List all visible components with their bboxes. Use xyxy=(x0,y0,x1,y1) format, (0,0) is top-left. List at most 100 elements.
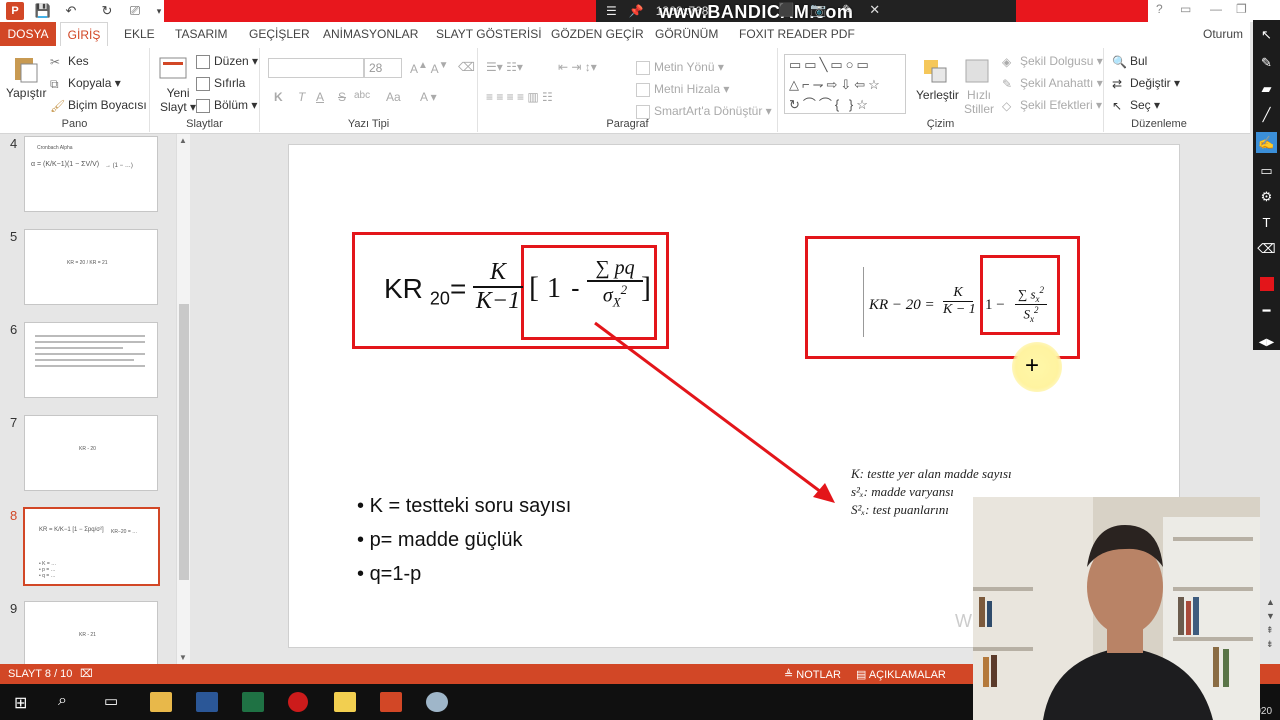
font-family-select[interactable] xyxy=(268,58,364,78)
text-direction-button[interactable]: Metin Yönü ▾ xyxy=(636,60,724,75)
stroke-width-icon[interactable]: ━ xyxy=(1256,300,1277,321)
opera-icon[interactable] xyxy=(288,692,308,712)
find-button[interactable]: 🔍 Bul xyxy=(1112,54,1147,69)
numbering-icon[interactable]: ⚙ xyxy=(1256,186,1277,207)
menu-icon[interactable]: ☰ xyxy=(606,4,617,18)
excel-icon[interactable] xyxy=(242,692,264,712)
search-icon[interactable]: ⌕ xyxy=(58,692,67,710)
fraction-right-s: ∑ sx2 Sx2 xyxy=(1015,285,1047,324)
tab-gecisler[interactable]: GEÇİŞLER xyxy=(249,22,310,46)
cut-button[interactable]: ✂ Kes xyxy=(50,54,89,69)
tab-slayt-gosterisi[interactable]: SLAYT GÖSTERİSİ xyxy=(436,22,542,46)
start-from-beginning-icon[interactable]: ⎚ xyxy=(126,2,144,20)
underline-button[interactable]: A xyxy=(316,90,324,104)
group-label-editing: Düzenleme xyxy=(1131,118,1187,130)
highlighter-icon[interactable]: ✍ xyxy=(1256,132,1277,153)
grow-font-button[interactable]: A▲ A▼ xyxy=(410,60,449,76)
font-size-select[interactable]: 28 xyxy=(364,58,402,78)
tab-foxit[interactable]: FOXIT READER PDF xyxy=(739,22,855,46)
scroll-controls[interactable]: ▲ ▼ ⇞ ⇟ xyxy=(1266,595,1275,651)
paint-icon[interactable] xyxy=(426,692,448,712)
redo-icon[interactable]: ↻ xyxy=(98,2,116,20)
quick-styles-button[interactable]: Hızlı Stiller xyxy=(964,88,994,116)
slide-number: 6 xyxy=(10,322,18,337)
shape-fill-button[interactable]: ◈ Şekil Dolgusu ▾ xyxy=(1002,54,1103,69)
comments-button[interactable]: ▤ AÇIKLAMALAR xyxy=(856,668,946,681)
close-icon[interactable]: ✕ xyxy=(869,2,880,18)
eraser-icon[interactable]: ⌫ xyxy=(1256,238,1277,259)
file-explorer-icon[interactable] xyxy=(150,692,172,712)
pen-tool-icon[interactable]: ✎ xyxy=(1256,52,1277,73)
new-slide-button[interactable]: Yeni Slayt ▾ xyxy=(160,86,196,114)
shape-outline-button[interactable]: ✎ Şekil Anahattı ▾ xyxy=(1002,76,1103,91)
strike-button[interactable]: S xyxy=(338,90,346,104)
scroll-up-icon[interactable]: ▲ xyxy=(179,136,187,145)
clear-format-icon[interactable]: ⌫ xyxy=(458,60,475,74)
camera-icon[interactable]: 📷 xyxy=(810,2,826,18)
spellcheck-icon[interactable]: ⌧ xyxy=(80,667,93,680)
folder-icon[interactable] xyxy=(334,692,356,712)
ribbon-display-icon[interactable]: ▭ xyxy=(1180,2,1191,16)
pointer-icon[interactable]: ↖ xyxy=(1256,24,1277,45)
pin-icon[interactable]: 📌 xyxy=(629,4,644,18)
undo-icon[interactable]: ↶ xyxy=(62,2,80,20)
align-text-button[interactable]: Metni Hizala ▾ xyxy=(636,82,729,97)
rectangle-icon[interactable]: ▭ xyxy=(1256,160,1277,181)
scroll-down-icon[interactable]: ▼ xyxy=(179,653,187,662)
slide-thumbnail-6[interactable] xyxy=(24,322,158,398)
maximize-icon[interactable]: ❐ xyxy=(1236,2,1247,16)
section-button[interactable]: Bölüm ▾ xyxy=(196,98,257,113)
tab-tasarim[interactable]: TASARIM xyxy=(175,22,227,46)
tab-dosya[interactable]: DOSYA xyxy=(0,22,56,46)
color-swatch-icon[interactable] xyxy=(1256,274,1277,295)
tab-gozden-gecir[interactable]: GÖZDEN GEÇİR xyxy=(551,22,644,46)
ribbon-tabs: DOSYA GİRİŞ EKLE TASARIM GEÇİŞLER ANİMAS… xyxy=(0,22,1250,65)
text-tool-icon[interactable]: T xyxy=(1256,212,1277,233)
select-button[interactable]: ↖ Seç ▾ xyxy=(1112,98,1160,113)
italic-button[interactable]: T xyxy=(298,90,305,104)
indent-icon[interactable]: ⇤ ⇥ ↕▾ xyxy=(558,60,597,74)
shapes-gallery[interactable]: ▭▭╲▭○▭ △⌐⇁⇨⇩⇦☆ ↻⌒⌒{ }☆ xyxy=(784,54,906,114)
replace-button[interactable]: ⇄ Değiştir ▾ xyxy=(1112,76,1180,91)
copy-button[interactable]: ⧉ Kopyala ▾ xyxy=(50,76,121,91)
group-editing: 🔍 Bul ⇄ Değiştir ▾ ↖ Seç ▾ Düzenleme xyxy=(1104,48,1250,132)
line-icon[interactable]: ╱ xyxy=(1256,104,1277,125)
powerpoint-taskbar-icon[interactable] xyxy=(380,692,402,712)
notes-button[interactable]: ≜ NOTLAR xyxy=(784,668,841,681)
slide-thumbnail-5[interactable]: KR = 20 / KR = 21 xyxy=(24,229,158,305)
group-paragraph: ☰▾ ☷▾ ⇤ ⇥ ↕▾ Metin Yönü ▾ Metni Hizala ▾… xyxy=(478,48,778,132)
save-icon[interactable]: 💾 xyxy=(34,2,52,20)
word-icon[interactable] xyxy=(196,692,218,712)
smartart-button[interactable]: SmartArt'a Dönüştür ▾ xyxy=(636,104,772,119)
windows-start-icon[interactable]: ⊞ xyxy=(14,693,27,713)
layout-button[interactable]: Düzen ▾ xyxy=(196,54,258,69)
tab-ekle[interactable]: EKLE xyxy=(124,22,155,46)
minimize-icon[interactable]: — xyxy=(1210,2,1222,16)
marker-icon[interactable]: ▰ xyxy=(1256,78,1277,99)
reset-button[interactable]: Sıfırla xyxy=(196,76,245,91)
bold-button[interactable]: K xyxy=(274,90,283,104)
slide-thumbnail-8[interactable]: KR = K/K−1 [1 − Σpq/σ²] KR−20 = … • K = … xyxy=(23,507,160,586)
tab-giris[interactable]: GİRİŞ xyxy=(60,22,108,46)
shape-effects-button[interactable]: ◇ Şekil Efektleri ▾ xyxy=(1002,98,1102,113)
format-painter-button[interactable]: 🖌 Biçim Boyacısı xyxy=(50,98,147,113)
sign-in-link[interactable]: Oturum a xyxy=(1203,22,1250,65)
tab-animasyonlar[interactable]: ANİMASYONLAR xyxy=(323,22,418,46)
paste-button[interactable]: Yapıştır xyxy=(6,86,46,100)
slide-thumbnail-4[interactable]: Cronbach Alpha α = (K/K−1)(1 − ΣV/V) → (… xyxy=(24,136,158,212)
scroll-thumb[interactable] xyxy=(179,304,189,580)
tab-gorunum[interactable]: GÖRÜNÜM xyxy=(655,22,718,46)
font-color-button[interactable]: A ▾ xyxy=(420,90,437,104)
slide-thumbnail-7[interactable]: KR - 20 xyxy=(24,415,158,491)
case-button[interactable]: Aa xyxy=(386,90,401,104)
arrange-button[interactable]: Yerleştir xyxy=(916,88,959,102)
spacing-button[interactable]: abc xyxy=(354,90,370,101)
bullets-icon[interactable]: ☰▾ ☷▾ xyxy=(486,60,523,74)
align-icons[interactable]: ≡ ≡ ≡ ≡ ▥ ☷ xyxy=(486,90,553,104)
expand-icon[interactable]: ◀▶ xyxy=(1256,332,1277,353)
pen-icon[interactable]: ✎ xyxy=(842,2,853,18)
task-view-icon[interactable]: ▭ xyxy=(104,692,118,710)
thumbnail-scrollbar[interactable]: ▲ ▼ xyxy=(176,134,190,664)
record-icon[interactable]: ⬛ xyxy=(778,2,794,18)
help-icon[interactable]: ? xyxy=(1156,2,1163,16)
